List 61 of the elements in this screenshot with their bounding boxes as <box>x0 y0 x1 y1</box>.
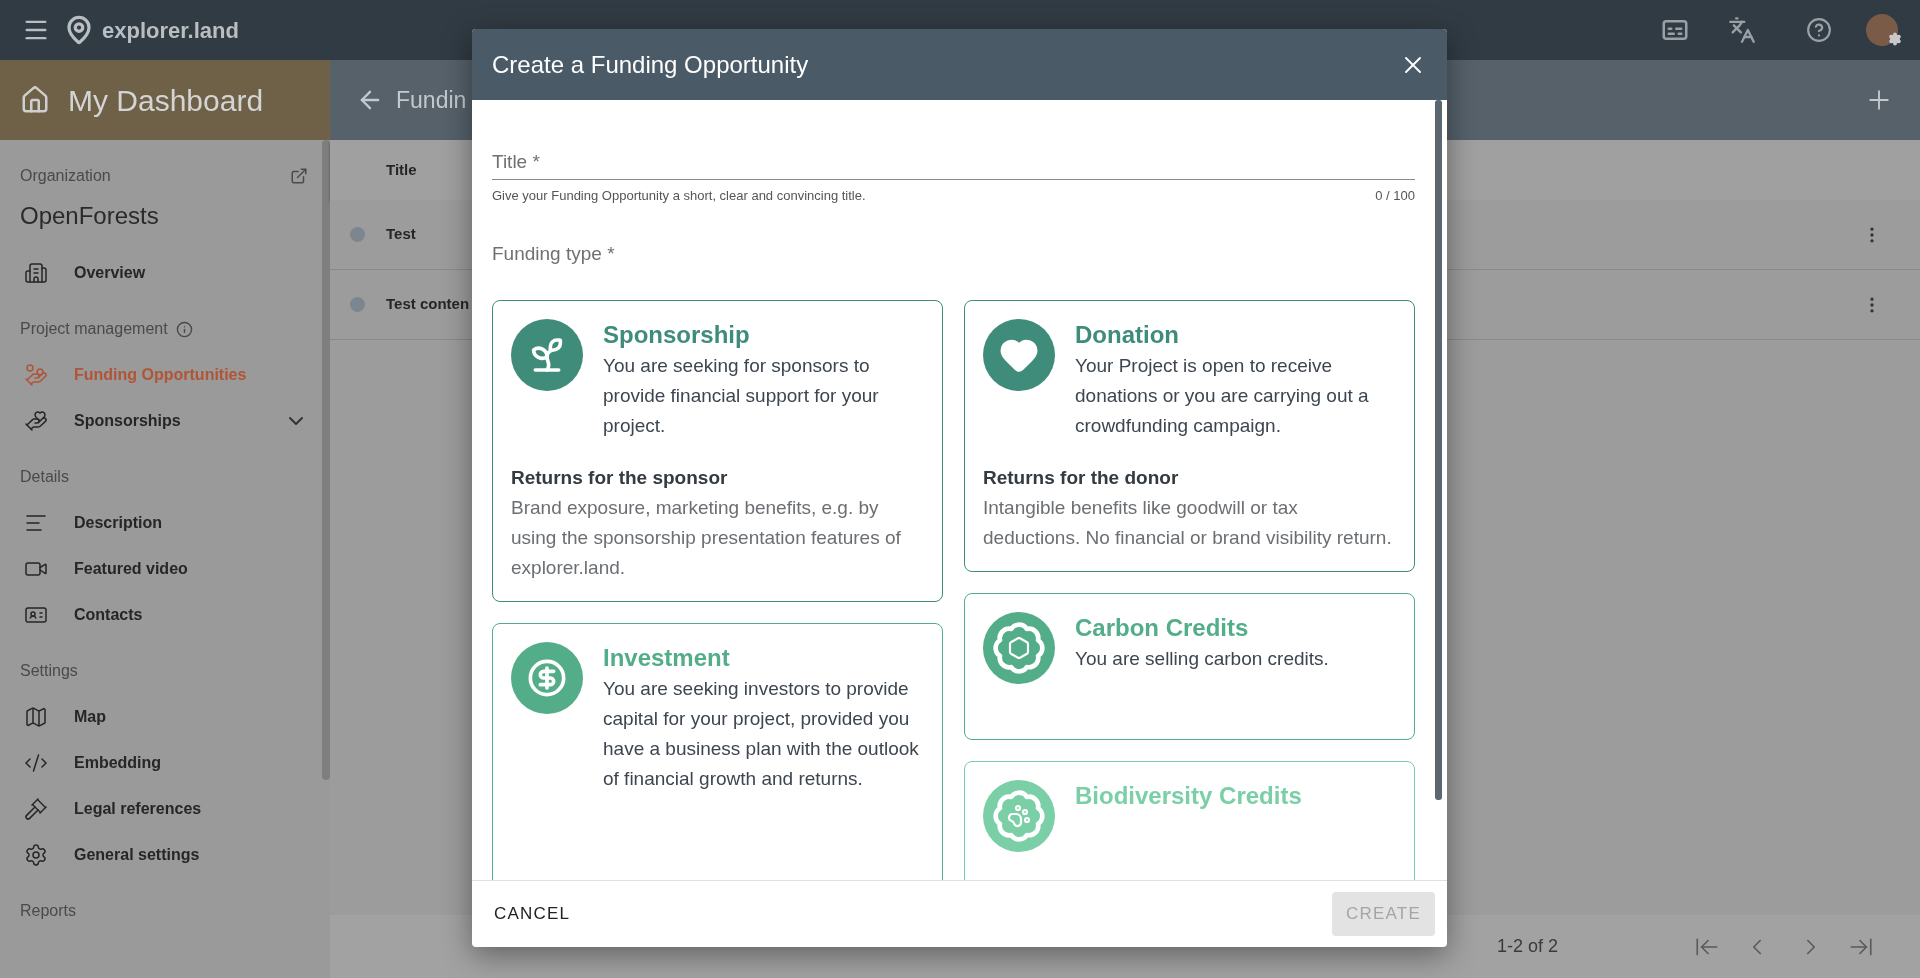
gavel-icon <box>24 797 48 821</box>
organization-name: OpenForests <box>20 201 160 231</box>
section-heading: Reports <box>20 901 77 921</box>
building-icon <box>24 261 48 285</box>
external-link-icon[interactable] <box>290 167 308 185</box>
nav-item[interactable]: Map <box>20 694 308 740</box>
nav-item[interactable]: Legal references <box>20 786 308 832</box>
nav-item[interactable]: Contacts <box>20 592 308 638</box>
row-title: Test <box>386 224 416 245</box>
map-icon <box>24 705 48 729</box>
returns-heading: Returns for the sponsor <box>511 466 729 490</box>
nav-item[interactable]: Description <box>20 500 308 546</box>
returns-text: Intangible benefits like goodwill or tax deductions. No financial or brand visibility return. <box>983 496 1392 550</box>
help-icon[interactable] <box>1806 17 1832 43</box>
funding-type-label: Funding type * <box>492 241 616 266</box>
nav-item[interactable]: Featured video <box>20 546 308 592</box>
returns-heading: Returns for the donor <box>983 466 1180 490</box>
column-header[interactable]: Title <box>386 158 417 182</box>
character-counter: 0 / 100 <box>1375 187 1415 205</box>
dialog-title: Create a Funding Opportunity <box>492 49 809 80</box>
page-title: Fundin <box>396 85 467 115</box>
nav-item[interactable]: General settings <box>20 832 308 878</box>
nav-item[interactable]: Overview <box>20 250 308 296</box>
info-icon[interactable] <box>175 320 193 338</box>
dashboard-title[interactable]: My Dashboard <box>68 77 264 123</box>
scrollbar-thumb[interactable] <box>322 140 330 780</box>
funding-type-card[interactable]: Carbon Credits You are selling carbon credits. <box>964 593 1415 740</box>
option-title: Carbon Credits <box>1075 613 1250 643</box>
option-description: You are seeking for sponsors to provide financial support for your project. <box>603 354 880 438</box>
pin-logo-icon <box>64 15 94 45</box>
option-description: You are selling carbon credits. <box>1075 647 1329 671</box>
home-icon[interactable] <box>20 85 50 115</box>
option-title: Donation <box>1075 320 1180 350</box>
title-hint: Give your Funding Opportunity a short, clear and convincing title. <box>492 187 866 205</box>
option-description: You are seeking investors to provide capital for your project, provided you have a business plan with the outlook of financial growth and returns. <box>603 677 920 791</box>
row-title: Test conten <box>386 294 470 315</box>
nav-item[interactable]: Embedding <box>20 740 308 786</box>
option-title: Biodiversity Credits <box>1075 781 1302 811</box>
title-input-field[interactable]: Title * <box>492 144 1415 180</box>
option-title: Sponsorship <box>603 320 751 350</box>
funding-type-card[interactable] <box>964 300 1415 572</box>
section-heading: Settings <box>20 661 78 681</box>
section-heading: Project management <box>20 319 168 339</box>
option-description: Your Project is open to receive donations or you are carrying out a crowdfunding campaign. <box>1075 354 1370 438</box>
avatar[interactable] <box>1866 14 1898 46</box>
organization-label: Organization <box>20 166 111 186</box>
nav-item[interactable]: Sponsorships <box>20 398 308 444</box>
translate-icon[interactable] <box>1728 16 1756 44</box>
option-title: Investment <box>603 643 731 673</box>
funding-type-card[interactable]: Investment You are seeking investors to provide capital for your project, provided you have a business plan with the outlook of financial growth and returns. <box>492 623 943 880</box>
dialog-scrollbar-thumb[interactable] <box>1435 100 1442 800</box>
page-range: 1-2 of 2 <box>1496 935 1558 958</box>
hand-coin-icon <box>24 363 48 387</box>
funding-type-card[interactable] <box>492 300 943 602</box>
returns-text: Brand exposure, marketing benefits, e.g. by using the sponsorship presentation features of explorer.land. <box>511 496 902 580</box>
cancel-button[interactable]: CANCEL <box>480 892 585 936</box>
section-heading: Details <box>20 467 69 487</box>
logo-text[interactable]: explorer.land <box>102 13 239 47</box>
settings-icon <box>1888 32 1902 46</box>
code-icon <box>24 751 48 775</box>
settings-icon <box>24 843 48 867</box>
